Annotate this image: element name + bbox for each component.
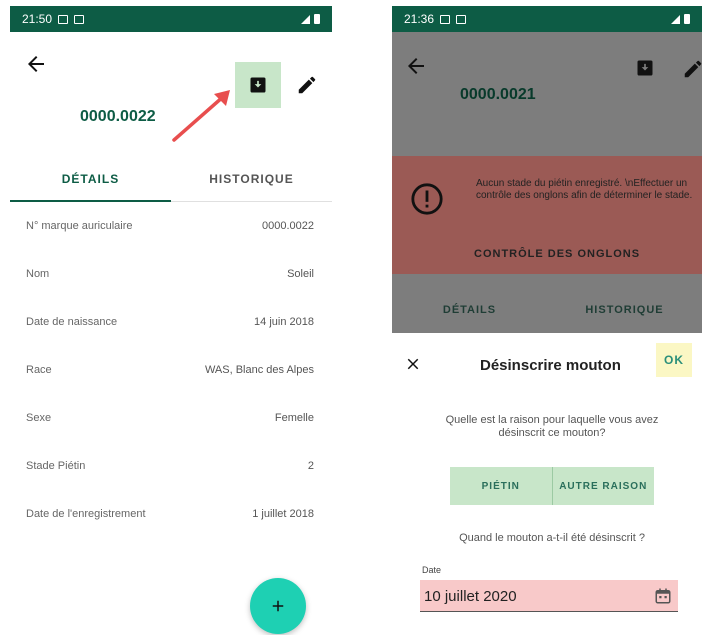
status-time: 21:36 (404, 12, 435, 26)
pencil-icon[interactable] (296, 74, 318, 96)
detail-label: N° marque auriculaire (26, 220, 133, 232)
ok-button[interactable]: OK (656, 343, 692, 377)
reason-footrot-button[interactable]: PIÉTIN (450, 467, 552, 505)
status-indicators (671, 14, 690, 24)
image-icon (440, 14, 451, 24)
hoof-check-button[interactable]: CONTRÔLE DES ONGLONS (474, 248, 640, 260)
detail-value: WAS, Blanc des Alpes (204, 364, 314, 376)
detail-value: Soleil (287, 268, 314, 280)
calendar-icon[interactable] (654, 587, 672, 605)
notification-icon (456, 14, 467, 24)
detail-label: Date de naissance (26, 316, 118, 328)
tab-bar: DÉTAILS HISTORIQUE (392, 304, 702, 316)
battery-icon (684, 14, 690, 24)
signal-icon (671, 14, 680, 24)
date-field[interactable]: 10 juillet 2020 (420, 580, 678, 612)
arrow-left-icon[interactable] (24, 52, 48, 76)
close-icon[interactable] (404, 355, 422, 373)
status-bar: 21:36 (392, 6, 702, 32)
date-question: Quand le mouton a-t-il été désinscrit ? (459, 532, 645, 544)
page-title: 0000.0021 (460, 86, 536, 103)
detail-label: Date de l'enregistrement (26, 508, 146, 520)
detail-row-footrot-stage: Stade Piétin 2 (10, 442, 332, 490)
reason-other-button[interactable]: AUTRE RAISON (551, 467, 655, 505)
annotation-arrow (172, 90, 230, 142)
alert-banner: Aucun stade du piétin enregistré. \nEffe… (392, 156, 702, 274)
detail-row-registration-date: Date de l'enregistrement 1 juillet 2018 (10, 490, 332, 538)
add-button[interactable] (250, 578, 306, 634)
pencil-icon (684, 60, 702, 78)
tab-history[interactable]: HISTORIQUE (171, 158, 332, 201)
detail-row-name: Nom Soleil (10, 250, 332, 298)
alert-circle-icon (411, 183, 443, 215)
reason-toggle-group: PIÉTIN AUTRE RAISON (450, 467, 654, 505)
arrow-left-icon (408, 58, 424, 74)
detail-row-breed: Race WAS, Blanc des Alpes (10, 346, 332, 394)
image-icon (58, 14, 69, 24)
detail-label: Sexe (26, 412, 52, 424)
status-bar: 21:50 (10, 6, 332, 32)
dialog-title: Désinscrire mouton (480, 357, 621, 374)
left-screen: 21:50 0000.0022 DÉTAILS HISTORIQUE N° ma… (10, 6, 332, 635)
signal-icon (301, 14, 310, 24)
page-title: 0000.0022 (80, 108, 156, 125)
detail-row-ear-tag: N° marque auriculaire 0000.0022 (10, 202, 332, 250)
detail-value: 1 juillet 2018 (252, 508, 314, 520)
alert-message: Aucun stade du piétin enregistré. \nEffe… (476, 178, 693, 201)
detail-row-birthdate: Date de naissance 14 juin 2018 (10, 298, 332, 346)
detail-label: Nom (26, 268, 50, 280)
date-value: 10 juillet 2020 (424, 588, 517, 605)
archive-icon (637, 60, 653, 76)
details-list: N° marque auriculaire 0000.0022 Nom Sole… (10, 202, 332, 538)
detail-label: Race (26, 364, 52, 376)
dimmed-background: 0000.0021 Aucun stade du piétin enregist… (392, 32, 702, 333)
detail-value: 14 juin 2018 (254, 316, 314, 328)
archive-button[interactable] (235, 62, 281, 108)
detail-label: Stade Piétin (26, 460, 86, 472)
date-field-label: Date (422, 565, 442, 575)
detail-row-sex: Sexe Femelle (10, 394, 332, 442)
notification-icon (74, 14, 85, 24)
tab-details: DÉTAILS (442, 304, 497, 316)
reason-question: Quelle est la raison pour laquelle vous … (445, 414, 659, 439)
detail-value: 2 (307, 460, 314, 472)
unregister-dialog: Désinscrire mouton OK Quelle est la rais… (392, 333, 702, 635)
archive-icon (250, 77, 266, 93)
detail-value: Femelle (274, 412, 314, 424)
right-screen: 21:36 0000.0021 Aucun stade du piétin en… (392, 6, 702, 635)
tab-bar: DÉTAILS HISTORIQUE (10, 158, 332, 202)
detail-value: 0000.0022 (262, 220, 314, 232)
plus-icon (272, 600, 284, 612)
status-indicators (301, 14, 320, 24)
tab-details[interactable]: DÉTAILS (10, 158, 171, 202)
status-time: 21:50 (22, 12, 53, 26)
battery-icon (314, 14, 320, 24)
tab-history: HISTORIQUE (585, 304, 664, 316)
